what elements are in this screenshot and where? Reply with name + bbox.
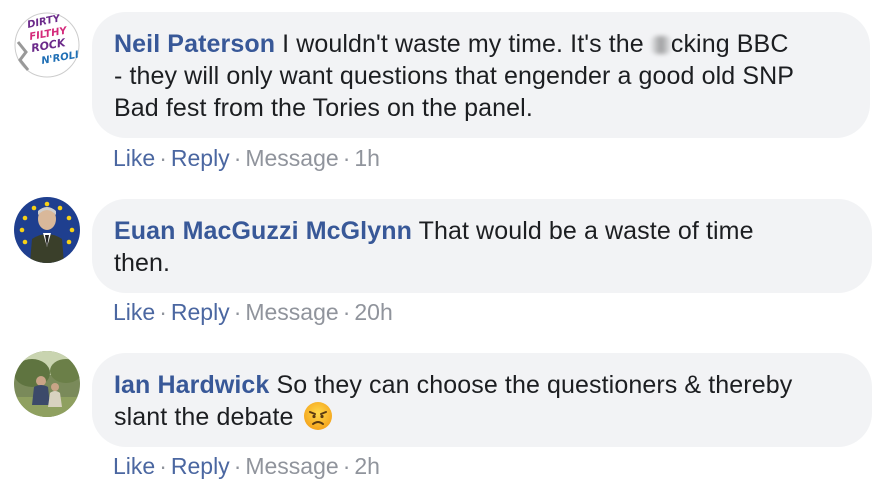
censored-blur [650, 36, 671, 54]
comment-author-name[interactable]: Ian Hardwick [114, 371, 269, 399]
angry-face-icon [303, 401, 333, 431]
separator: · [342, 453, 351, 479]
reply-link[interactable]: Reply [171, 145, 230, 171]
separator: · [233, 145, 242, 171]
avatar-ian-hardwick[interactable] [14, 351, 80, 417]
timestamp[interactable]: 1h [354, 145, 380, 171]
like-link[interactable]: Like [113, 145, 155, 171]
separator: · [342, 299, 351, 325]
comment-author-name[interactable]: Neil Paterson [114, 30, 275, 58]
comment-text: That would be a waste of time [411, 217, 754, 245]
message-link[interactable]: Message [245, 453, 338, 479]
separator: · [342, 145, 351, 171]
comment-text-line2: slant the debate [114, 403, 294, 431]
comment-actions: Like · Reply · Message · 1h [113, 144, 380, 172]
separator: · [159, 453, 167, 479]
comment-text: I wouldn't waste my time. It's the [275, 30, 651, 58]
comment-actions: Like · Reply · Message · 2h [113, 452, 380, 480]
comment-text: So they can choose the questioners & the… [269, 371, 793, 399]
separator: · [159, 299, 167, 325]
like-link[interactable]: Like [113, 299, 155, 325]
reply-link[interactable]: Reply [171, 299, 230, 325]
timestamp[interactable]: 20h [354, 299, 392, 325]
message-link[interactable]: Message [245, 145, 338, 171]
comment-bubble: Euan MacGuzzi McGlynn That would be a wa… [92, 199, 872, 293]
comment-author-name[interactable]: Euan MacGuzzi McGlynn [114, 217, 412, 245]
separator: · [233, 453, 242, 479]
comment-bubble: Neil Paterson I wouldn't waste my time. … [92, 12, 870, 138]
avatar-neil-paterson[interactable]: DIRTY FILTHY ROCK N'ROLL [14, 12, 80, 78]
comment-text-line2: - they will only want questions that eng… [114, 62, 795, 90]
comment-actions: Like · Reply · Message · 20h [113, 298, 393, 326]
comment-text-line2: then. [114, 249, 171, 277]
comment-text-line3: Bad fest from the Tories on the panel. [114, 94, 533, 122]
separator: · [159, 145, 167, 171]
comment-bubble: Ian Hardwick So they can choose the ques… [92, 353, 872, 447]
reply-link[interactable]: Reply [171, 453, 230, 479]
message-link[interactable]: Message [245, 299, 338, 325]
separator: · [233, 299, 242, 325]
timestamp[interactable]: 2h [354, 453, 380, 479]
comment-text-cont: cking BBC [670, 30, 789, 58]
like-link[interactable]: Like [113, 453, 155, 479]
avatar-euan-macguzzi-mcglynn[interactable] [14, 197, 80, 263]
